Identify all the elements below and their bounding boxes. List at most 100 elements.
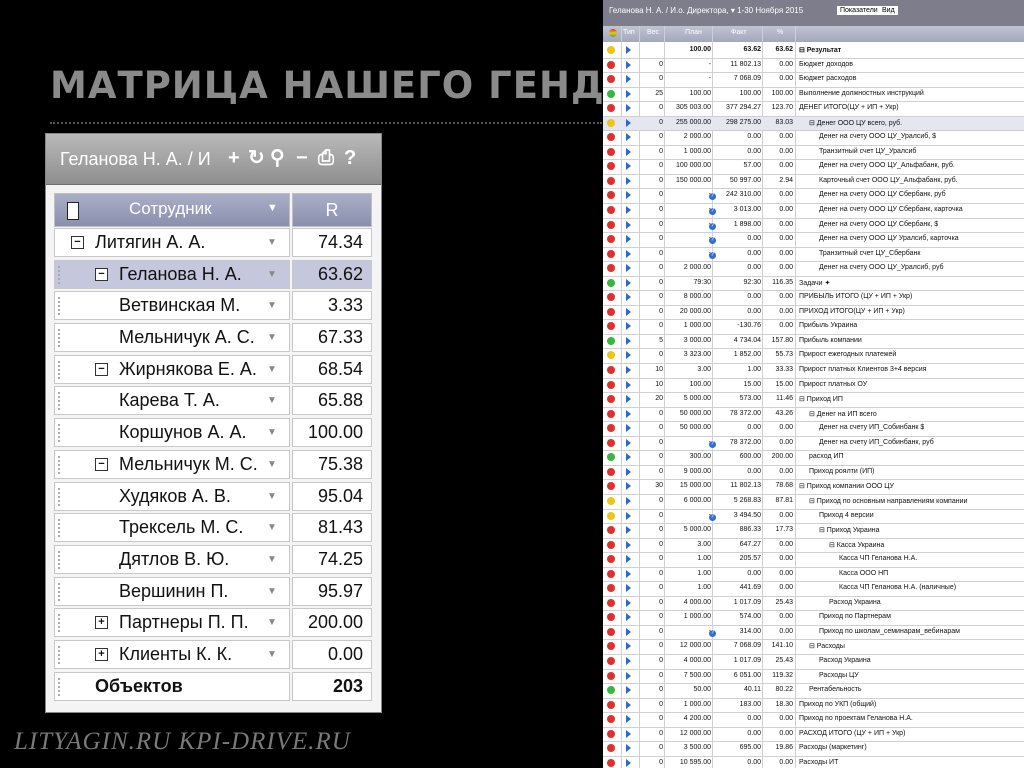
print-icon[interactable]: ⎙	[318, 146, 334, 170]
kpi-name[interactable]: Приход по школам_семинарам_вебинарам	[819, 628, 960, 635]
kpi-name[interactable]: Прирост платных ОУ	[799, 381, 867, 388]
employee-row[interactable]: Ветвинская М. ▼ 3.33	[54, 290, 372, 322]
employee-row[interactable]: − Геланова Н. А. ▼ 63.62	[54, 259, 372, 291]
kpi-row[interactable]: 0 255 000.00 298 275.00 83.03 ⊟ Денег ООО ЦУ…	[603, 116, 1024, 132]
flag-icon[interactable]	[626, 75, 631, 84]
filter-icon[interactable]	[67, 202, 79, 220]
kpi-row[interactable]: 0 4 000.00 1 017.09 25.43 Расход Украина	[603, 597, 1024, 612]
chevron-down-icon[interactable]: ▼	[267, 395, 277, 406]
flag-icon[interactable]	[626, 249, 631, 258]
kpi-row[interactable]: 10 100.00 15.00 15.00 Прирост платных ОУ	[603, 379, 1024, 394]
collapse-icon[interactable]: −	[71, 236, 84, 249]
kpi-row[interactable]: 0 50.00 40.11 80.22 Рентабельность	[603, 684, 1024, 699]
flag-icon[interactable]	[626, 598, 631, 607]
minus-icon[interactable]: −	[296, 146, 308, 170]
expand-icon[interactable]: +	[95, 616, 108, 630]
kpi-row[interactable]: 0 3.00 647.27 0.00 ⊟ Касса Украина	[603, 539, 1024, 554]
kpi-name[interactable]: Расходы (маркетинг)	[799, 744, 867, 751]
kpi-name[interactable]: Денег на счету ООО ЦУ Сбербанк, $	[819, 221, 938, 228]
view-button[interactable]: Вид	[879, 6, 898, 15]
kpi-name[interactable]: ⊟ Результат	[799, 46, 841, 54]
kpi-row[interactable]: 0 1 000.00 0.00 0.00 Транзитный счет ЦУ_Урал…	[603, 146, 1024, 161]
kpi-name[interactable]: Расход Украина	[829, 599, 881, 606]
kpi-name[interactable]: Касса ЧП Геланова Н.А. (наличные)	[839, 584, 956, 591]
indicators-button[interactable]: Показатели	[837, 6, 881, 15]
flag-icon[interactable]	[626, 424, 631, 433]
kpi-row[interactable]: 0 1.00 0.00 0.00 Касса ООО НП	[603, 568, 1024, 583]
employee-row[interactable]: Худяков А. В. ▼ 95.04	[54, 481, 372, 513]
flag-icon[interactable]	[626, 162, 631, 171]
chevron-down-icon[interactable]: ▼	[267, 202, 278, 214]
flag-icon[interactable]	[626, 89, 631, 98]
flag-icon[interactable]	[626, 555, 631, 564]
flag-icon[interactable]	[626, 351, 631, 360]
flag-icon[interactable]	[626, 482, 631, 491]
kpi-name[interactable]: Бюджет расходов	[799, 75, 856, 82]
drag-handle-icon[interactable]	[58, 265, 65, 284]
flag-icon[interactable]	[626, 453, 631, 462]
flag-icon[interactable]	[626, 671, 631, 680]
kpi-row[interactable]: 0 5 000.00 886.33 17.73 ⊟ Приход Украина	[603, 524, 1024, 539]
plus-icon[interactable]: +	[228, 146, 240, 170]
drag-handle-icon[interactable]	[58, 487, 65, 506]
employee-row[interactable]: Мельничук А. С. ▼ 67.33	[54, 322, 372, 354]
kpi-row[interactable]: 0 1.00 205.57 0.00 Касса ЧП Геланова Н.А.	[603, 553, 1024, 568]
flag-icon[interactable]	[626, 715, 631, 724]
flag-icon[interactable]	[626, 380, 631, 389]
employee-row[interactable]: − Мельничук М. С. ▼ 75.38	[54, 449, 372, 481]
kpi-row[interactable]: 0? - 78 372.00 0.00 Денег на счету ИП_Собин…	[603, 437, 1024, 452]
employee-row[interactable]: Вершинин П. ▼ 95.97	[54, 576, 372, 608]
kpi-name[interactable]: Приход роялти (ИП)	[809, 468, 874, 475]
flag-icon[interactable]	[626, 60, 631, 69]
kpi-row[interactable]: 0 - 7 068.09 0.00 Бюджет расходов	[603, 73, 1024, 88]
chevron-down-icon[interactable]: ▼	[267, 649, 277, 660]
kpi-row[interactable]: 0 2 000.00 0.00 0.00 Денег на счету ООО ЦУ_У…	[603, 262, 1024, 277]
kpi-name[interactable]: Прирост ежегодных платежей	[799, 351, 896, 358]
drag-handle-icon[interactable]	[58, 582, 65, 601]
flag-icon[interactable]	[626, 118, 631, 127]
flag-icon[interactable]	[626, 147, 631, 156]
employee-name-cell[interactable]: + Клиенты К. К. ▼	[54, 639, 290, 669]
flag-icon[interactable]	[626, 293, 631, 302]
employee-name-cell[interactable]: + Партнеры П. П. ▼	[54, 608, 290, 638]
expand-icon[interactable]: +	[95, 647, 108, 661]
kpi-row[interactable]: 0 79:30 92:30 116.35 Задачи ✦	[603, 277, 1024, 292]
chevron-down-icon[interactable]: ▼	[267, 364, 277, 375]
flag-icon[interactable]	[626, 569, 631, 578]
kpi-name[interactable]: Бюджет доходов	[799, 61, 853, 68]
kpi-name[interactable]: Касса ЧП Геланова Н.А.	[839, 555, 917, 562]
flag-icon[interactable]	[626, 176, 631, 185]
kpi-row[interactable]: 0 4 200.00 0.00 0.00 Приход по проектам Гела…	[603, 713, 1024, 728]
kpi-name[interactable]: Расходы ИТ	[799, 759, 838, 766]
flag-icon[interactable]	[626, 322, 631, 331]
kpi-row[interactable]: 0 12 000.00 0.00 0.00 РАСХОД ИТОГО (ЦУ + ИП …	[603, 728, 1024, 743]
kpi-name[interactable]: Приход 4 версии	[819, 512, 874, 519]
kpi-row[interactable]: 0? - 0.00 0.00 Денег на счету ООО ЦУ Уралси…	[603, 233, 1024, 248]
flag-icon[interactable]	[626, 206, 631, 215]
kpi-name[interactable]: Прирост платных Клиентов 3+4 версия	[799, 366, 926, 373]
drag-handle-icon[interactable]	[58, 392, 65, 411]
kpi-row[interactable]: 0 20 000.00 0.00 0.00 ПРИХОД ИТОГО(ЦУ + ИП +…	[603, 306, 1024, 321]
employee-name-cell[interactable]: Вершинин П. ▼	[54, 576, 290, 606]
kpi-row[interactable]: 0 6 000.00 5 268.83 87.81 ⊟ Приход по основн…	[603, 495, 1024, 510]
drag-handle-icon[interactable]	[58, 677, 65, 696]
kpi-row[interactable]: 0 2 000.00 0.00 0.00 Денег на счету ООО ЦУ_У…	[603, 131, 1024, 146]
col-percent[interactable]: %	[777, 29, 783, 36]
kpi-name[interactable]: ⊟ Приход компании ООО ЦУ	[799, 482, 894, 490]
kpi-row[interactable]: 0? - 3 494.50 0.00 Приход 4 версии	[603, 510, 1024, 525]
kpi-row[interactable]: 0 3 500.00 695.00 19.86 Расходы (маркетинг)	[603, 742, 1024, 757]
flag-icon[interactable]	[626, 467, 631, 476]
kpi-row[interactable]: 0 12 000.00 7 068.09 141.10 ⊟ Расходы	[603, 640, 1024, 655]
employee-row[interactable]: Коршунов А. А. ▼ 100.00	[54, 417, 372, 449]
employee-row[interactable]: + Партнеры П. П. ▼ 200.00	[54, 607, 372, 639]
kpi-row[interactable]: 0 4 000.00 1 017.09 25.43 Расход Украина	[603, 655, 1024, 670]
flag-icon[interactable]	[626, 656, 631, 665]
kpi-row[interactable]: 0 305 003.00 377 294.27 123.70 ДЕНЕГ ИТОГО(Ц…	[603, 102, 1024, 117]
kpi-row[interactable]: 0 1 000.00 183.00 18.30 Приход по УКП (общий…	[603, 699, 1024, 714]
refresh-icon[interactable]: ↻	[248, 146, 265, 170]
flag-icon[interactable]	[626, 642, 631, 651]
drag-handle-icon[interactable]	[58, 519, 65, 538]
chevron-down-icon[interactable]: ▼	[267, 586, 277, 597]
kpi-name[interactable]: расход ИП	[809, 453, 844, 460]
chevron-down-icon[interactable]: ▼	[267, 554, 277, 565]
